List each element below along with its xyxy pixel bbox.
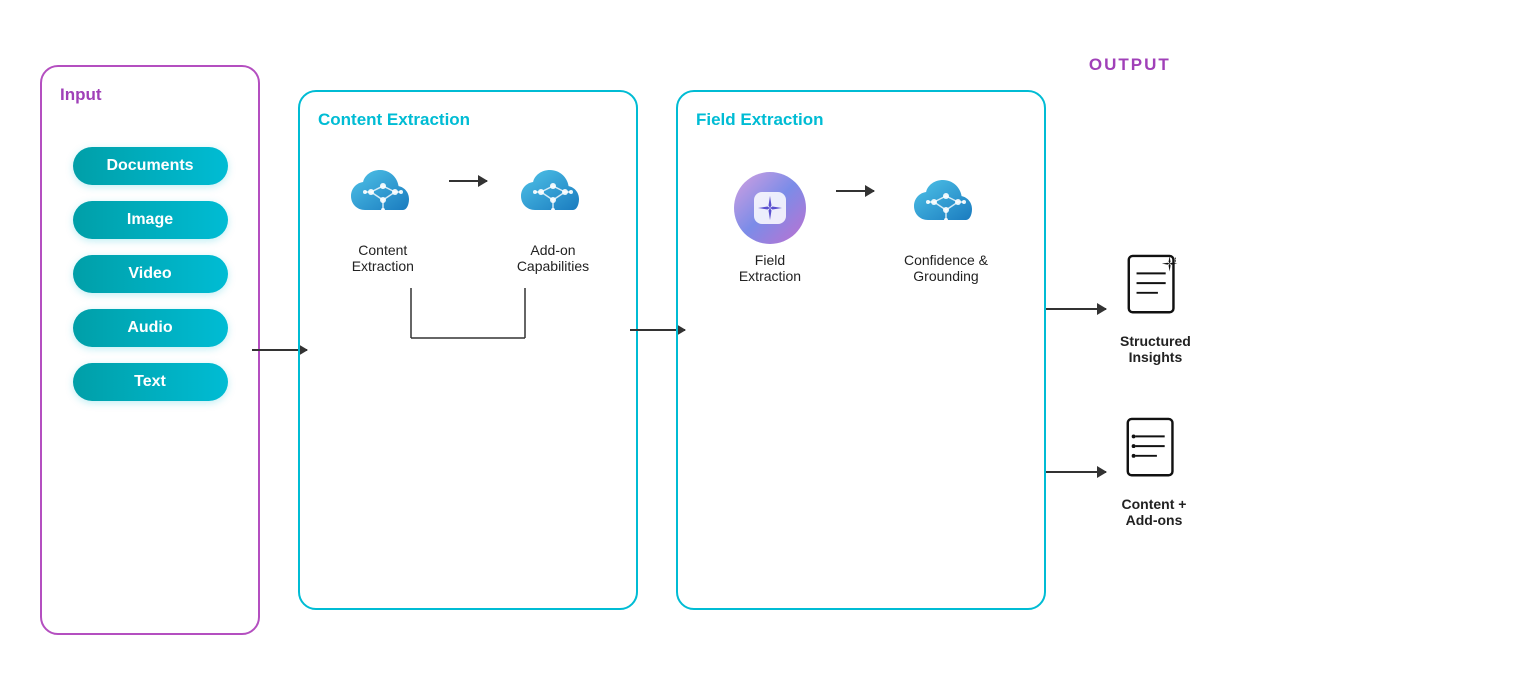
sparkle-icon	[750, 188, 790, 228]
bracket-lines-svg	[353, 288, 583, 358]
structured-insights-block: StructuredInsights	[1120, 252, 1191, 365]
output-row-1: StructuredInsights	[1046, 252, 1191, 365]
field-nodes-row: FieldExtraction	[696, 172, 1026, 284]
field-extraction-circle	[734, 172, 806, 244]
content-extraction-title: Content Extraction	[318, 110, 470, 130]
video-button[interactable]: Video	[73, 255, 228, 293]
arrow-to-content-addons	[1046, 471, 1106, 473]
addon-capabilities-label: Add-onCapabilities	[517, 242, 589, 274]
image-button[interactable]: Image	[73, 201, 228, 239]
addon-capabilities-node: Add-onCapabilities	[517, 162, 589, 274]
confidence-grounding-icon	[910, 172, 982, 244]
output-row-2: Content +Add-ons	[1046, 415, 1188, 528]
input-buttons-list: Documents Image Video Audio Text	[60, 147, 240, 401]
content-addons-label: Content +Add-ons	[1122, 496, 1187, 528]
arrow-field-confidence	[836, 190, 874, 192]
content-addons-svg	[1120, 415, 1188, 485]
input-title: Input	[60, 85, 102, 105]
cloud-circuit-icon-3	[910, 174, 982, 242]
field-extraction-node: FieldExtraction	[734, 172, 806, 284]
audio-button[interactable]: Audio	[73, 309, 228, 347]
addon-capabilities-icon	[517, 162, 589, 234]
output-title: OUTPUT	[1089, 55, 1171, 75]
field-extraction-label: FieldExtraction	[739, 252, 801, 284]
documents-button[interactable]: Documents	[73, 147, 228, 185]
content-extraction-icon	[347, 162, 419, 234]
structured-insights-icon	[1121, 252, 1189, 327]
structured-insights-svg	[1121, 252, 1189, 322]
cloud-circuit-icon-2	[517, 164, 589, 232]
structured-insights-label: StructuredInsights	[1120, 333, 1191, 365]
content-extraction-node: ContentExtraction	[347, 162, 419, 274]
cloud-circuit-icon-1	[347, 164, 419, 232]
arrow-content-addon	[449, 180, 487, 182]
input-panel: Input Documents Image Video Audio Text	[40, 65, 260, 635]
content-nodes-row: ContentExtraction	[318, 162, 618, 274]
confidence-grounding-node: Confidence &Grounding	[904, 172, 988, 284]
confidence-grounding-label: Confidence &Grounding	[904, 252, 988, 284]
content-addons-block: Content +Add-ons	[1120, 415, 1188, 528]
diagram: Input Documents Image Video Audio Text C…	[0, 0, 1533, 700]
content-extraction-label: ContentExtraction	[352, 242, 414, 274]
arrow-to-structured	[1046, 308, 1106, 310]
text-button[interactable]: Text	[73, 363, 228, 401]
content-extraction-panel: Content Extraction	[298, 90, 638, 610]
content-addons-icon	[1120, 415, 1188, 490]
field-extraction-title: Field Extraction	[696, 110, 824, 130]
field-extraction-panel: Field Extraction FieldExtraction	[676, 90, 1046, 610]
